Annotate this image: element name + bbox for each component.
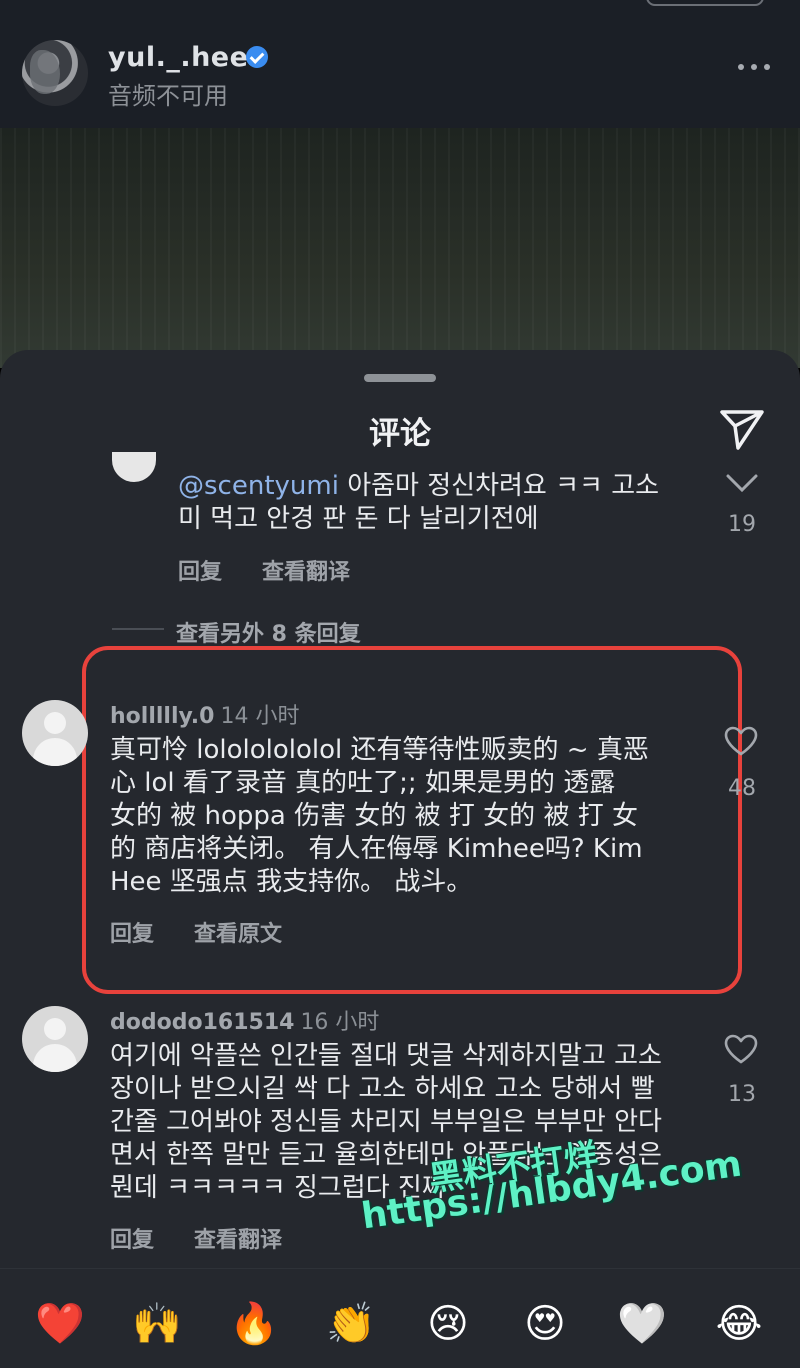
commenter-avatar[interactable] xyxy=(22,1006,88,1072)
emoji-white-heart[interactable]: 🤍 xyxy=(616,1298,668,1350)
comment-time: 14 小时 xyxy=(220,704,300,729)
like-heart-icon[interactable] xyxy=(724,1034,758,1064)
reply-button[interactable]: 回复 xyxy=(110,1222,154,1254)
share-send-icon[interactable] xyxy=(718,404,766,452)
comment-line: 的 商店将关闭。 有人在侮辱 Kimhee吗? Kim xyxy=(110,834,643,864)
commenter-avatar[interactable] xyxy=(22,700,88,766)
translate-button[interactable]: 查看翻译 xyxy=(194,1222,282,1254)
follow-button-edge[interactable] xyxy=(646,0,764,6)
reply-button[interactable]: 回复 xyxy=(178,554,222,586)
emoji-raised-hands[interactable]: 🙌 xyxy=(131,1298,183,1350)
comment-line: 女的 被 hoppa 伤害 女的 被 打 女的 被 打 女 xyxy=(110,801,638,831)
like-count: 19 xyxy=(728,512,756,537)
sheet-title: 评论 xyxy=(369,416,431,452)
chevron-down-icon[interactable] xyxy=(724,470,760,494)
comment-line: 여기에 악플쓴 인간들 절대 댓글 삭제하지말고 고소 xyxy=(110,1041,662,1071)
audio-status: 音频不可用 xyxy=(108,82,228,110)
comment-line: 心 lol 看了录音 真的吐了;; 如果是男的 透露 xyxy=(110,768,616,798)
like-count: 48 xyxy=(728,776,756,801)
comment-meta: hollllly.0 14 小时 xyxy=(110,698,299,730)
more-options-icon[interactable] xyxy=(738,62,770,72)
comment-text: @scentyumi 아줌마 정신차려요 ㅋㅋ 고소 xyxy=(178,471,660,501)
author-username[interactable]: yul._.hee xyxy=(108,42,248,73)
comment-text-line2: 미 먹고 안경 판 돈 다 날리기전에 xyxy=(178,504,539,534)
emoji-heart-eyes[interactable]: 😍 xyxy=(519,1298,571,1350)
emoji-crying-face[interactable]: 😢 xyxy=(422,1298,474,1350)
post-image xyxy=(0,128,800,368)
comment-line: 真可怜 lolololololol 还有等待性贩卖的 ~ 真恶 xyxy=(110,735,649,765)
comment-time: 16 小时 xyxy=(300,1010,380,1035)
comment-line: Hee 坚强点 我支持你。 战斗。 xyxy=(110,867,473,897)
mention-link[interactable]: @scentyumi xyxy=(178,471,339,501)
like-heart-icon[interactable] xyxy=(724,726,758,756)
author-avatar[interactable] xyxy=(22,40,88,106)
like-count: 13 xyxy=(728,1082,756,1107)
translate-button[interactable]: 查看翻译 xyxy=(262,554,350,586)
comment-meta: dododo161514 16 小时 xyxy=(110,1004,379,1036)
commenter-username[interactable]: dododo161514 xyxy=(110,1010,294,1035)
divider xyxy=(112,628,164,630)
emoji-reaction-bar xyxy=(0,1268,800,1368)
comment-line: 장이나 받으시길 싹 다 고소 하세요 고소 당해서 빨 xyxy=(110,1074,655,1104)
emoji-fire[interactable]: 🔥 xyxy=(228,1298,280,1350)
verified-badge-icon xyxy=(246,46,268,68)
emoji-tears-of-joy[interactable]: 😂 xyxy=(713,1298,765,1350)
sheet-drag-handle[interactable] xyxy=(364,374,436,382)
commenter-username[interactable]: hollllly.0 xyxy=(110,704,214,729)
see-original-button[interactable]: 查看原文 xyxy=(194,916,282,948)
view-more-replies[interactable]: 查看另外 8 条回复 xyxy=(176,616,361,648)
emoji-red-heart[interactable]: ❤️ xyxy=(34,1298,86,1350)
reply-button[interactable]: 回复 xyxy=(110,916,154,948)
emoji-clapping-hands[interactable]: 👏 xyxy=(325,1298,377,1350)
